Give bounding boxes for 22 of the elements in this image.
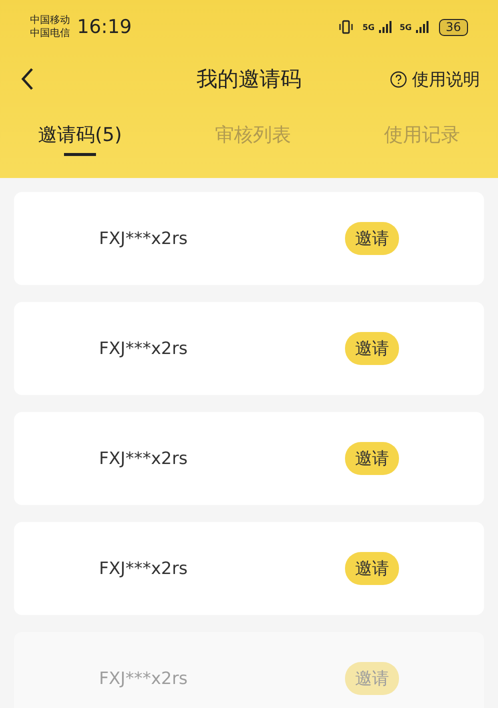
signal-icon (416, 21, 429, 33)
back-icon[interactable] (20, 67, 34, 91)
invite-button[interactable]: 邀请 (345, 222, 399, 255)
question-icon (390, 70, 407, 88)
carrier-name: 中国移动 (30, 14, 70, 27)
status-time: 16:19 (77, 16, 132, 38)
invite-button[interactable]: 邀请 (345, 442, 399, 475)
invite-button[interactable]: 邀请 (345, 332, 399, 365)
invite-button[interactable]: 邀请 (345, 552, 399, 585)
help-link[interactable]: 使用说明 (390, 68, 480, 90)
invite-code: FXJ***x2rs (99, 668, 189, 688)
page-title: 我的邀请码 (196, 66, 302, 93)
signal-icon (378, 21, 392, 33)
invite-code: FXJ***x2rs (99, 228, 189, 248)
battery-level: 36 (438, 18, 468, 36)
invite-code: FXJ***x2rs (99, 338, 189, 358)
vibrate-icon (338, 20, 354, 34)
carrier-name: 中国电信 (30, 27, 70, 40)
invite-code: FXJ***x2rs (99, 448, 189, 468)
invite-code: FXJ***x2rs (99, 558, 189, 578)
network-label: 5G (400, 22, 412, 32)
network-label: 5G (362, 22, 375, 32)
